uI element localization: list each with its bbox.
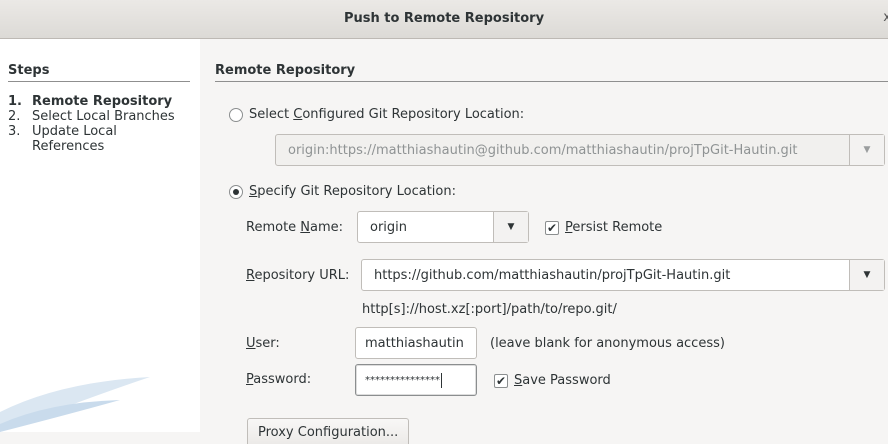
step-item-update-local-references: 3. Update Local References <box>8 124 198 154</box>
section-divider <box>215 81 888 82</box>
step-number: 1. <box>8 94 22 109</box>
step-number: 2. <box>8 109 21 124</box>
persist-remote-label: Persist Remote <box>565 220 663 235</box>
user-hint: (leave blank for anonymous access) <box>490 336 725 351</box>
steps-panel: Steps 1. Remote Repository 2. Select Loc… <box>0 39 200 432</box>
password-input[interactable]: *************** <box>355 364 477 396</box>
step-label: Select Local Branches <box>32 109 175 124</box>
remote-name-combo[interactable]: origin ▼ <box>357 211 529 243</box>
repository-url-hint: http[s]://host.xz[:port]/path/to/repo.gi… <box>362 302 617 317</box>
step-item-select-local-branches: 2. Select Local Branches <box>8 109 198 124</box>
repository-url-label: Repository URL: <box>246 268 350 283</box>
chevron-down-icon[interactable]: ▼ <box>849 135 884 165</box>
chevron-down-icon[interactable]: ▼ <box>849 260 884 290</box>
close-icon[interactable]: x <box>883 10 888 25</box>
configured-location-value: origin:https://matthiashautin@github.com… <box>288 142 798 158</box>
window-title: Push to Remote Repository <box>343 11 545 26</box>
repository-url-combo[interactable]: https://github.com/matthiashautin/projTp… <box>361 259 885 291</box>
user-input[interactable]: matthiashautin <box>355 327 477 359</box>
step-number: 3. <box>8 124 21 139</box>
user-value: matthiashautin <box>365 335 464 351</box>
steps-heading: Steps <box>8 63 50 78</box>
save-password-label: Save Password <box>514 373 611 388</box>
proxy-configuration-button[interactable]: Proxy Configuration... <box>247 418 410 444</box>
wizard-swoosh-graphic <box>0 377 150 432</box>
step-item-remote-repository: 1. Remote Repository <box>8 94 198 109</box>
steps-list: 1. Remote Repository 2. Select Local Bra… <box>8 94 198 154</box>
title-bar: Push to Remote Repository x <box>0 0 888 39</box>
configured-location-radio-row[interactable]: Select Configured Git Repository Locatio… <box>229 107 524 122</box>
configured-location-radio[interactable] <box>229 107 243 122</box>
specify-location-label: Specify Git Repository Location: <box>249 184 456 199</box>
text-cursor <box>441 372 442 388</box>
specify-location-radio[interactable] <box>229 184 243 199</box>
step-label: Remote Repository <box>32 94 173 109</box>
remote-repository-panel: Remote Repository Select Configured Git … <box>200 39 888 444</box>
steps-divider <box>8 81 190 82</box>
user-label: User: <box>246 336 280 351</box>
step-label: Update Local References <box>32 124 117 154</box>
persist-remote-checkbox[interactable]: ✔ <box>545 220 559 235</box>
configured-location-combo[interactable]: origin:https://matthiashautin@github.com… <box>275 134 885 166</box>
save-password-checkbox[interactable]: ✔ <box>494 373 508 388</box>
remote-name-label: Remote Name: <box>246 220 344 235</box>
specify-location-radio-row[interactable]: Specify Git Repository Location: <box>229 184 456 199</box>
configured-location-label: Select Configured Git Repository Locatio… <box>249 107 525 122</box>
password-label: Password: <box>246 372 312 387</box>
password-value: *************** <box>365 374 440 386</box>
repository-url-value: https://github.com/matthiashautin/projTp… <box>374 267 731 283</box>
remote-name-value: origin <box>370 219 408 235</box>
section-title: Remote Repository <box>215 63 356 78</box>
persist-remote-checkbox-row[interactable]: ✔ Persist Remote <box>545 220 662 235</box>
chevron-down-icon[interactable]: ▼ <box>493 212 528 242</box>
save-password-checkbox-row[interactable]: ✔ Save Password <box>494 373 611 388</box>
